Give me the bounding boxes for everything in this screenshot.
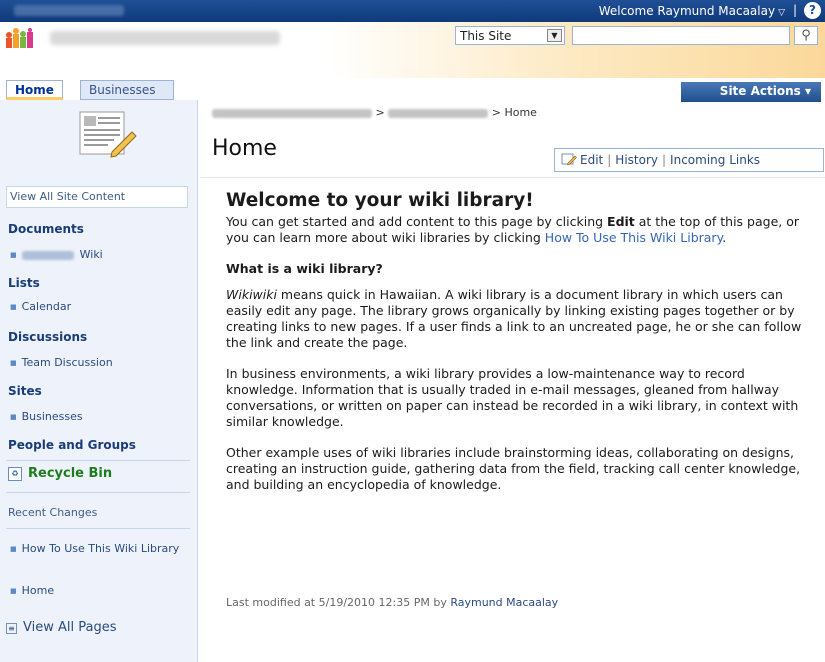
nav-item-label: Team Discussion <box>21 356 113 369</box>
wiki-subheading: What is a wiki library? <box>226 261 383 276</box>
search-scope-value: This Site <box>460 29 512 43</box>
chevron-down-icon[interactable]: ▼ <box>547 29 562 42</box>
site-collection-link[interactable] <box>14 5 124 16</box>
nav-item-businesses[interactable]: ■ Businesses <box>10 410 83 423</box>
wiki-toolbar: Edit | History | Incoming Links <box>554 148 824 172</box>
intro-text: . <box>722 230 727 245</box>
nav-item-label: Calendar <box>21 300 72 313</box>
breadcrumb-separator: > <box>375 106 385 119</box>
wiki-content: Welcome to your wiki library! You can ge… <box>226 190 816 508</box>
last-modified-user-link[interactable]: Raymund Macaalay <box>450 596 558 609</box>
view-all-pages-link[interactable]: ≡ View All Pages <box>6 620 116 635</box>
nav-item-home[interactable]: ■ Home <box>10 584 54 597</box>
intro-text: You can get started and add content to t… <box>226 214 608 229</box>
nav-heading-documents[interactable]: Documents <box>8 222 84 236</box>
nav-item-wiki[interactable]: ■ Wiki <box>10 248 103 261</box>
welcome-label: Welcome Raymund Macaalay <box>598 4 776 18</box>
nav-heading-lists[interactable]: Lists <box>8 276 40 290</box>
wiki-heading: Welcome to your wiki library! <box>226 190 534 211</box>
wiki-paragraph-2: In business environments, a wiki library… <box>226 366 799 429</box>
view-all-pages-label: View All Pages <box>23 620 117 635</box>
site-title[interactable] <box>50 31 280 45</box>
nav-item-label: Businesses <box>21 410 83 423</box>
help-icon[interactable]: ? <box>804 2 821 19</box>
bullet-icon: ■ <box>10 413 17 421</box>
site-header: This Site ▼ ⚲ <box>0 22 825 78</box>
wikiwiki-term: Wikiwiki <box>226 287 277 302</box>
bullet-icon: ■ <box>10 359 17 367</box>
breadcrumb-current: Home <box>504 106 537 119</box>
search-icon[interactable]: ⚲ <box>794 26 818 45</box>
search-input[interactable] <box>572 26 790 45</box>
nav-heading-discussions[interactable]: Discussions <box>8 330 87 344</box>
quick-launch: View All Site Content Documents ■ Wiki Li… <box>0 100 198 662</box>
paragraph-text: means quick in Hawaiian. A wiki library … <box>226 287 802 350</box>
list-icon: ≡ <box>6 623 17 634</box>
site-logo-icon[interactable] <box>4 28 38 50</box>
search-scope-select[interactable]: This Site ▼ <box>455 26 565 45</box>
bullet-icon: ■ <box>10 587 17 595</box>
nav-heading-sites[interactable]: Sites <box>8 384 42 398</box>
site-actions-menu[interactable]: Site Actions ▾ <box>681 82 821 102</box>
nav-divider <box>6 460 190 461</box>
view-all-site-content-link[interactable]: View All Site Content <box>6 186 188 208</box>
recycle-bin-link[interactable]: ♻ Recycle Bin <box>8 466 112 481</box>
nav-divider <box>6 528 190 529</box>
bullet-icon: ■ <box>10 251 17 259</box>
toolbar-separator: | <box>662 153 667 167</box>
nav-divider <box>6 492 190 493</box>
nav-item-label: Wiki <box>79 248 103 261</box>
breadcrumb: > > Home <box>212 106 537 119</box>
blurred-text <box>21 250 74 260</box>
breadcrumb-separator: > <box>491 106 501 119</box>
nav-item-how-to-use-wiki[interactable]: ■ How To Use This Wiki Library <box>10 542 180 556</box>
page-title: Home <box>212 136 277 161</box>
bullet-icon: ■ <box>10 545 17 553</box>
incoming-links-link[interactable]: Incoming Links <box>670 153 760 167</box>
bullet-icon: ■ <box>10 303 17 311</box>
tab-home[interactable]: Home <box>6 80 63 100</box>
recent-changes-heading: Recent Changes <box>8 506 98 519</box>
toolbar-separator: | <box>607 153 612 167</box>
recycle-bin-label: Recycle Bin <box>28 466 113 481</box>
chevron-down-icon: ▽ <box>778 8 785 18</box>
wiki-intro: You can get started and add content to t… <box>226 214 816 246</box>
nav-heading-people-and-groups[interactable]: People and Groups <box>8 438 136 452</box>
recycle-bin-icon: ♻ <box>8 466 22 481</box>
edit-icon <box>561 153 577 165</box>
nav-item-label: How To Use This Wiki Library <box>21 542 180 555</box>
tab-businesses[interactable]: Businesses <box>80 80 174 100</box>
intro-edit-word: Edit <box>607 214 635 229</box>
breadcrumb-library-link[interactable] <box>388 108 489 118</box>
last-modified: Last modified at 5/19/2010 12:35 PM by R… <box>226 596 558 609</box>
last-modified-text: Last modified at 5/19/2010 12:35 PM by <box>226 596 451 609</box>
how-to-use-wiki-link[interactable]: How To Use This Wiki Library <box>545 230 722 245</box>
global-top-bar: Welcome Raymund Macaalay ▽ | ? <box>0 0 825 22</box>
nav-item-team-discussion[interactable]: ■ Team Discussion <box>10 356 113 369</box>
nav-item-label: Home <box>21 584 55 597</box>
welcome-menu[interactable]: Welcome Raymund Macaalay ▽ <box>599 4 785 18</box>
history-link[interactable]: History <box>615 153 658 167</box>
wiki-paragraph-1: Wikiwiki means quick in Hawaiian. A wiki… <box>226 287 816 351</box>
breadcrumb-site-link[interactable] <box>212 108 372 118</box>
wiki-paragraph-3: Other example uses of wiki libraries inc… <box>226 445 801 492</box>
content-divider <box>200 177 825 178</box>
edit-link[interactable]: Edit <box>580 153 603 167</box>
nav-item-calendar[interactable]: ■ Calendar <box>10 300 71 313</box>
wiki-page-icon <box>79 111 137 158</box>
topbar-separator: | <box>792 3 797 17</box>
